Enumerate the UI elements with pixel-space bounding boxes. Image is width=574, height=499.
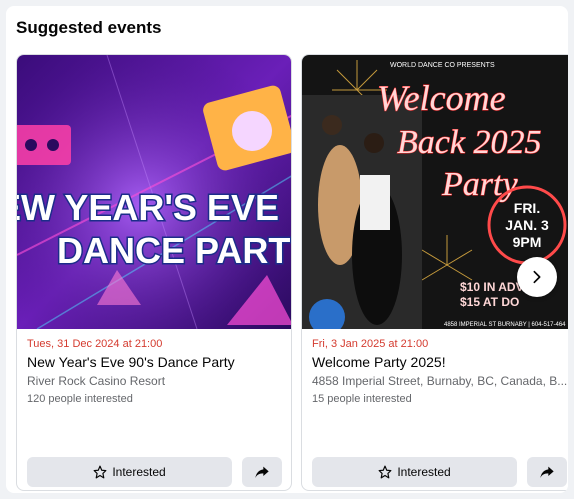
event-location: 4858 Imperial Street, Burnaby, BC, Canad…	[312, 374, 568, 388]
event-details: Fri, 3 Jan 2025 at 21:00 Welcome Party 2…	[312, 338, 568, 405]
image-price-line1: $10 IN ADV	[460, 280, 524, 294]
image-banner: WORLD DANCE CO PRESENTS	[390, 62, 495, 69]
chevron-right-icon	[533, 270, 541, 284]
next-events-button[interactable]	[517, 257, 557, 297]
image-footer: 4858 IMPERIAL ST BURNABY | 604-517-464	[444, 322, 566, 328]
image-headline-line1: Welcome	[377, 78, 506, 118]
star-outline-icon	[378, 465, 392, 479]
share-button[interactable]	[527, 457, 567, 487]
suggested-events-panel: Suggested events EW YEAR'S EVE DANCE PAR…	[6, 6, 568, 493]
image-badge-line3: 9PM	[513, 234, 542, 250]
share-arrow-icon	[540, 466, 554, 478]
event-title[interactable]: New Year's Eve 90's Dance Party	[27, 354, 285, 370]
image-headline-line1: EW YEAR'S EVE	[17, 187, 279, 228]
event-title[interactable]: Welcome Party 2025!	[312, 354, 568, 370]
section-title: Suggested events	[16, 18, 162, 37]
interested-label: Interested	[397, 465, 451, 479]
event-card[interactable]: EW YEAR'S EVE DANCE PART Tues, 31 Dec 20…	[16, 54, 292, 491]
interested-label: Interested	[112, 465, 166, 479]
share-button[interactable]	[242, 457, 282, 487]
interested-count: 120 people interested	[27, 393, 133, 405]
event-image[interactable]: EW YEAR'S EVE DANCE PART	[17, 55, 291, 329]
image-price-line2: $15 AT DO	[460, 295, 519, 309]
image-headline-line3: Party	[441, 166, 518, 203]
image-headline-line2: Back 2025	[397, 124, 541, 161]
event-location: River Rock Casino Resort	[27, 374, 166, 388]
interested-count: 15 people interested	[312, 393, 412, 405]
star-outline-icon	[93, 465, 107, 479]
image-headline-line2: DANCE PART	[57, 230, 290, 271]
event-date: Tues, 31 Dec 2024 at 21:00	[27, 338, 163, 350]
interested-button[interactable]: Interested	[312, 457, 517, 487]
event-details: Tues, 31 Dec 2024 at 21:00 New Year's Ev…	[27, 338, 285, 405]
image-badge-line1: FRI.	[514, 200, 540, 216]
event-date: Fri, 3 Jan 2025 at 21:00	[312, 338, 429, 350]
image-badge-line2: JAN. 3	[505, 217, 549, 233]
share-arrow-icon	[255, 466, 269, 478]
interested-button[interactable]: Interested	[27, 457, 232, 487]
